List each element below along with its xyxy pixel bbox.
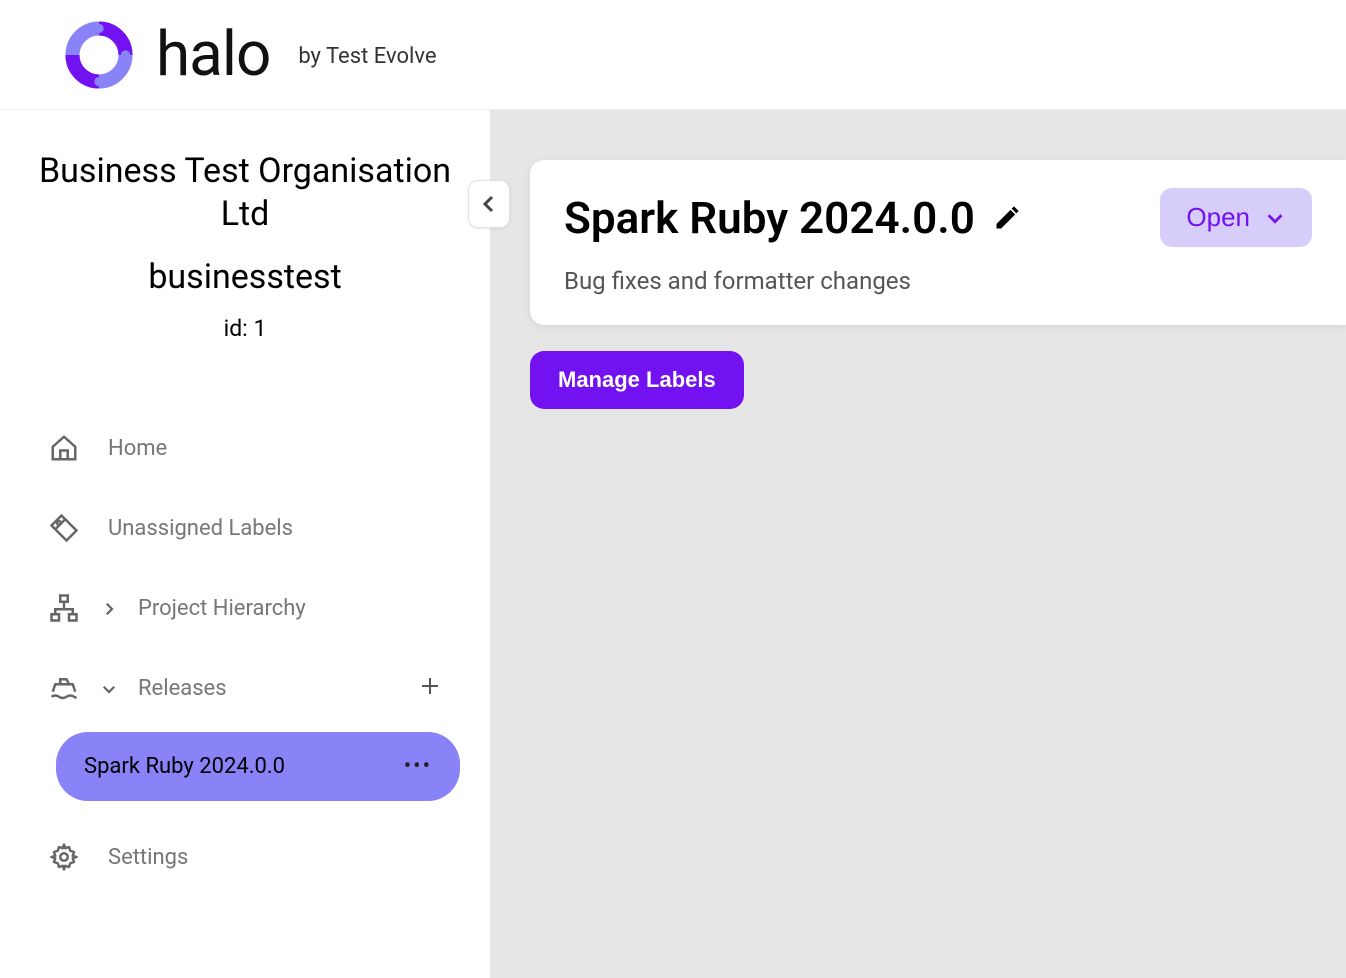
hierarchy-icon [48, 592, 80, 624]
nav-unassigned-labels-label: Unassigned Labels [108, 516, 293, 541]
home-icon [48, 432, 80, 464]
release-item-menu-button[interactable]: ••• [404, 754, 432, 779]
tag-icon [48, 512, 80, 544]
halo-logo-icon [60, 16, 138, 94]
org-block: Business Test Organisation Ltd businesst… [0, 150, 490, 382]
nav-project-hierarchy[interactable]: Project Hierarchy [48, 568, 472, 648]
release-title: Spark Ruby 2024.0.0 [564, 192, 975, 244]
nav-releases[interactable]: Releases [48, 648, 472, 728]
nav-home[interactable]: Home [48, 408, 472, 488]
chevron-right-icon [100, 599, 118, 617]
manage-labels-button[interactable]: Manage Labels [530, 351, 744, 409]
chevron-down-icon [100, 679, 118, 697]
app-header: halo by Test Evolve [0, 0, 1346, 110]
nav-settings[interactable]: Settings [48, 817, 472, 897]
release-status-label: Open [1186, 202, 1250, 233]
brand-name: halo [156, 18, 270, 91]
release-item-spark-ruby[interactable]: Spark Ruby 2024.0.0 ••• [56, 732, 460, 801]
org-name: Business Test Organisation Ltd [30, 150, 460, 235]
gear-icon [48, 841, 80, 873]
nav-releases-label: Releases [138, 676, 227, 701]
release-description: Bug fixes and formatter changes [564, 267, 1312, 295]
sidebar: Business Test Organisation Ltd businesst… [0, 110, 490, 978]
nav-settings-label: Settings [108, 845, 188, 870]
brand-byline: by Test Evolve [298, 44, 436, 69]
org-id: id: 1 [30, 315, 460, 342]
main-content: Spark Ruby 2024.0.0 Open Bug fixes and f… [490, 110, 1346, 978]
nav-home-label: Home [108, 436, 167, 461]
release-card: Spark Ruby 2024.0.0 Open Bug fixes and f… [530, 160, 1346, 325]
org-slug: businesstest [30, 257, 460, 297]
edit-release-button[interactable] [993, 204, 1021, 232]
sidebar-nav: Home Unassigned Labels [0, 382, 490, 728]
add-release-button[interactable] [418, 674, 446, 702]
ship-icon [48, 672, 80, 704]
release-item-label: Spark Ruby 2024.0.0 [84, 754, 285, 779]
collapse-sidebar-button[interactable] [468, 180, 510, 228]
release-status-dropdown[interactable]: Open [1160, 188, 1312, 247]
nav-unassigned-labels[interactable]: Unassigned Labels [48, 488, 472, 568]
nav-project-hierarchy-label: Project Hierarchy [138, 596, 306, 621]
